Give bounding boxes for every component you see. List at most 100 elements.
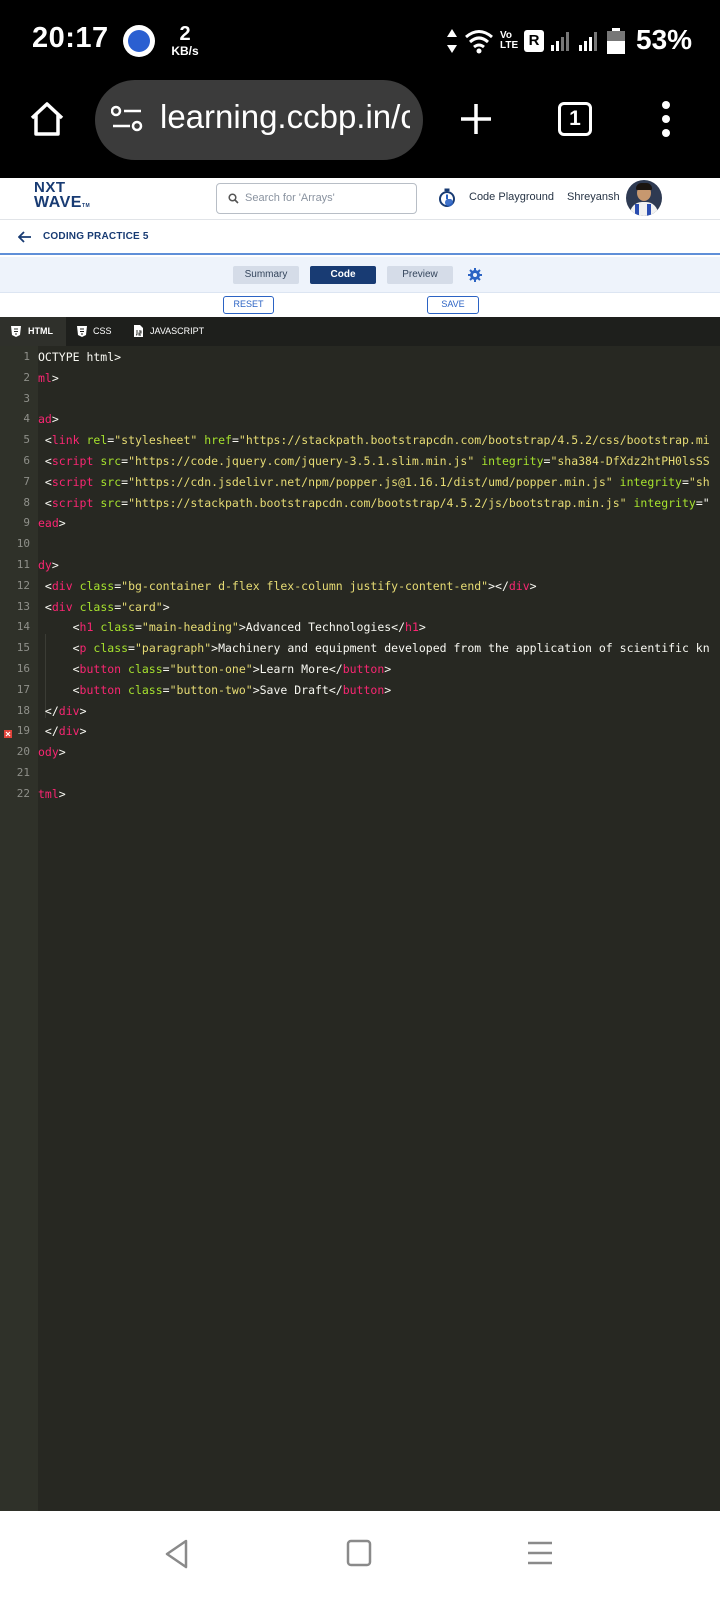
code-token: script xyxy=(51,474,94,489)
code-line[interactable]: <script src="https://code.jquery.com/jqu… xyxy=(38,454,710,468)
nav-recents-icon[interactable] xyxy=(526,1541,554,1565)
code-line[interactable]: ad> xyxy=(38,412,59,426)
code-token: < xyxy=(38,620,80,635)
wifi-icon xyxy=(465,30,493,54)
save-button[interactable]: SAVE xyxy=(427,296,479,314)
back-arrow-icon[interactable] xyxy=(18,231,32,243)
code-line[interactable]: <script src="https://stackpath.bootstrap… xyxy=(38,496,710,510)
code-token: = xyxy=(128,641,135,656)
volte-icon: Vo LTE xyxy=(500,30,519,51)
signal-icon-2 xyxy=(579,32,597,51)
nav-home-icon[interactable] xyxy=(346,1539,372,1567)
code-line[interactable]: </div> xyxy=(38,724,87,738)
tab-summary[interactable]: Summary xyxy=(233,266,299,284)
code-token: class xyxy=(128,682,163,697)
code-line[interactable]: <div class="bg-container d-flex flex-col… xyxy=(38,579,537,593)
code-token: rel xyxy=(86,433,108,448)
reset-button[interactable]: RESET xyxy=(223,296,274,314)
code-token: "bg-container d-flex flex-column justify… xyxy=(121,578,489,593)
code-token: "https://code.jquery.com/jquery-3.5.1.sl… xyxy=(128,454,475,468)
code-token: dy xyxy=(38,558,52,572)
tab-css-label: CSS xyxy=(93,326,112,336)
code-token: integrity xyxy=(633,495,696,510)
code-token: < xyxy=(38,662,80,676)
code-token: link xyxy=(51,433,80,448)
tabs-icon[interactable]: 1 xyxy=(558,102,592,136)
error-marker-icon[interactable] xyxy=(4,730,12,738)
stopwatch-icon[interactable] xyxy=(438,188,456,208)
code-line[interactable]: ml> xyxy=(38,371,59,385)
code-token: "button-two" xyxy=(169,682,253,697)
code-line[interactable]: OCTYPE html> xyxy=(38,350,121,364)
code-line[interactable]: <button class="button-one">Learn More</b… xyxy=(38,662,392,676)
code-line[interactable]: <h1 class="main-heading">Advanced Techno… xyxy=(38,620,426,634)
code-token: > xyxy=(529,578,537,593)
code-token: > xyxy=(58,516,66,531)
code-line[interactable]: <div class="card"> xyxy=(38,600,170,614)
search-input[interactable]: Search for 'Arrays' xyxy=(216,183,417,214)
js-file-icon xyxy=(134,325,143,337)
code-line[interactable]: ody> xyxy=(38,745,66,759)
code-token: > xyxy=(79,703,87,718)
tab-javascript[interactable]: JAVASCRIPT xyxy=(130,317,220,346)
site-header: NXT WAVETM Search for 'Arrays' Code Play… xyxy=(0,178,720,220)
editor-actions: RESET SAVE xyxy=(0,293,720,317)
line-number: 16 xyxy=(16,662,30,675)
tab-preview[interactable]: Preview xyxy=(387,266,453,284)
code-token: "https://stackpath.bootstrapcdn.com/boot… xyxy=(128,495,627,510)
gear-icon[interactable] xyxy=(468,268,482,282)
code-line[interactable]: <button class="button-two">Save Draft</b… xyxy=(38,682,392,697)
code-line[interactable]: ead> xyxy=(38,516,66,530)
code-playground-link[interactable]: Code Playground xyxy=(469,191,554,203)
home-icon[interactable] xyxy=(28,100,66,138)
plus-icon[interactable] xyxy=(459,102,493,136)
nxtwave-logo[interactable]: NXT WAVETM xyxy=(34,180,94,216)
code-line[interactable]: <link rel="stylesheet" href="https://sta… xyxy=(38,433,710,447)
code-token: class xyxy=(128,662,163,676)
code-token: div xyxy=(51,578,73,593)
code-token: button xyxy=(342,662,385,676)
code-token: button xyxy=(79,682,122,697)
code-token: < xyxy=(38,641,80,656)
code-token: "stylesheet" xyxy=(114,433,198,448)
tab-html[interactable]: HTML xyxy=(0,317,66,346)
code-token: >Learn More</ xyxy=(252,662,343,676)
breadcrumb: CODING PRACTICE 5 xyxy=(0,220,720,255)
web-page: NXT WAVETM Search for 'Arrays' Code Play… xyxy=(0,178,720,1511)
avatar[interactable] xyxy=(626,180,662,216)
code-line[interactable]: <p class="paragraph">Machinery and equip… xyxy=(38,641,710,655)
line-number: 8 xyxy=(23,495,30,509)
html5-icon xyxy=(11,326,21,337)
code-token: < xyxy=(38,454,52,468)
code-line[interactable]: <script src = "https://cdn.jsdelivr.net/np… xyxy=(38,475,710,489)
code-line[interactable]: </div> xyxy=(38,704,87,718)
code-token: > xyxy=(162,599,170,614)
code-token: >Save Draft</ xyxy=(252,682,343,697)
code-token: "button-one" xyxy=(169,662,253,676)
line-number: 4 xyxy=(23,412,30,426)
code-token: > xyxy=(418,620,426,635)
tab-css[interactable]: CSS xyxy=(73,317,128,346)
line-number: 6 xyxy=(23,454,30,467)
line-number: 14 xyxy=(16,620,30,634)
site-settings-icon[interactable] xyxy=(111,104,143,134)
code-token: < xyxy=(38,599,52,614)
code-token: < xyxy=(38,682,80,697)
code-line[interactable]: tml> xyxy=(38,787,66,801)
line-number: 11 xyxy=(16,558,30,571)
network-speed-value: 2 xyxy=(179,23,191,45)
code-token: src xyxy=(100,495,122,510)
line-number: 15 xyxy=(16,641,30,655)
user-name[interactable]: Shreyansh xyxy=(567,191,620,203)
code-line[interactable]: dy> xyxy=(38,558,59,572)
code-editor[interactable]: 1 2 3 4 5 6 7 8 9 10 11 12 13 14 15 16 17 18 19 20 21 22 OCTY… xyxy=(0,346,720,1511)
view-tabs: Summary Code Preview xyxy=(0,257,720,293)
nav-back-icon[interactable] xyxy=(164,1539,190,1569)
url-text[interactable]: learning.ccbp.in/c xyxy=(160,98,410,136)
tab-code[interactable]: Code xyxy=(310,266,376,284)
code-token: button xyxy=(342,682,385,697)
more-icon[interactable] xyxy=(661,100,671,138)
code-token: < xyxy=(38,495,52,510)
